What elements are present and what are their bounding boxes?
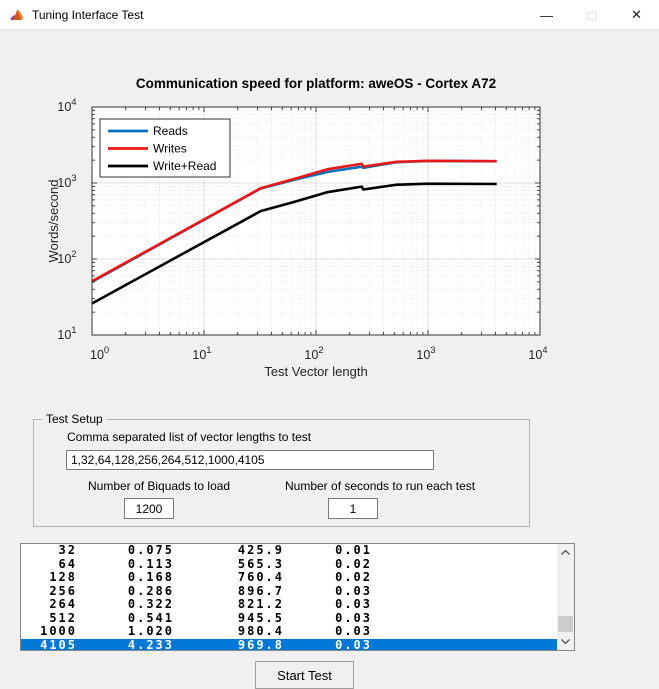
legend-label: Write+Read xyxy=(153,159,216,173)
close-button[interactable]: ✕ xyxy=(614,0,659,30)
list-cell: 0.03 xyxy=(284,639,372,651)
list-cell: 969.8 xyxy=(174,639,284,651)
list-item[interactable]: 2640.322821.20.03 xyxy=(21,598,557,612)
seconds-input[interactable] xyxy=(328,498,378,519)
list-cell: 760.4 xyxy=(174,571,284,585)
list-cell: 821.2 xyxy=(174,598,284,612)
chevron-down-icon xyxy=(561,639,570,644)
list-item[interactable]: 41054.233969.80.03 xyxy=(21,639,557,651)
x-tick-label: 101 xyxy=(192,345,211,362)
test-setup-group-label: Test Setup xyxy=(42,412,107,426)
list-cell: 0.03 xyxy=(284,612,372,626)
list-cell: 425.9 xyxy=(174,544,284,558)
matlab-logo-icon xyxy=(9,7,25,23)
vector-lengths-label: Comma separated list of vector lengths t… xyxy=(67,430,311,444)
legend-label: Reads xyxy=(153,124,188,138)
title-bar: Tuning Interface Test — □ ✕ xyxy=(0,0,659,30)
figure-canvas: 100101102103104101102103104Communication… xyxy=(0,30,659,671)
results-listbox[interactable]: 320.075425.90.01640.113565.30.021280.168… xyxy=(20,543,575,651)
list-cell: 945.5 xyxy=(174,612,284,626)
x-tick-label: 100 xyxy=(90,345,109,362)
list-cell: 0.03 xyxy=(284,585,372,599)
list-cell: 4.233 xyxy=(77,639,174,651)
y-tick-label: 101 xyxy=(57,325,76,342)
list-cell: 980.4 xyxy=(174,625,284,639)
list-cell: 0.168 xyxy=(77,571,174,585)
list-cell: 1000 xyxy=(21,625,77,639)
list-cell: 0.03 xyxy=(284,598,372,612)
chart-title: Communication speed for platform: aweOS … xyxy=(136,76,496,91)
list-cell: 32 xyxy=(21,544,77,558)
y-axis-label: Words/second xyxy=(46,180,61,263)
list-cell: 0.113 xyxy=(77,558,174,572)
list-cell: 896.7 xyxy=(174,585,284,599)
minimize-button[interactable]: — xyxy=(524,0,569,30)
list-item[interactable]: 1280.168760.40.02 xyxy=(21,571,557,585)
list-cell: 4105 xyxy=(21,639,77,651)
window-title: Tuning Interface Test xyxy=(32,8,143,22)
x-tick-label: 104 xyxy=(528,345,547,362)
list-cell: 0.075 xyxy=(77,544,174,558)
biquads-input[interactable] xyxy=(124,498,174,519)
list-cell: 264 xyxy=(21,598,77,612)
chevron-up-icon xyxy=(561,550,570,555)
list-cell: 0.286 xyxy=(77,585,174,599)
x-tick-label: 103 xyxy=(416,345,435,362)
y-tick-label: 104 xyxy=(57,97,76,114)
start-test-button[interactable]: Start Test xyxy=(255,661,354,689)
results-scrollbar[interactable] xyxy=(557,544,574,650)
list-cell: 512 xyxy=(21,612,77,626)
results-rows: 320.075425.90.01640.113565.30.021280.168… xyxy=(21,544,557,650)
list-cell: 0.541 xyxy=(77,612,174,626)
list-item[interactable]: 640.113565.30.02 xyxy=(21,558,557,572)
speed-chart: 100101102103104101102103104Communication… xyxy=(0,60,659,418)
test-setup-group: Test Setup Comma separated list of vecto… xyxy=(33,419,530,527)
list-cell: 0.322 xyxy=(77,598,174,612)
vector-lengths-input[interactable] xyxy=(66,450,434,470)
x-tick-label: 102 xyxy=(304,345,323,362)
list-cell: 0.03 xyxy=(284,625,372,639)
list-item[interactable]: 320.075425.90.01 xyxy=(21,544,557,558)
list-cell: 0.02 xyxy=(284,571,372,585)
list-cell: 1.020 xyxy=(77,625,174,639)
scrollbar-thumb[interactable] xyxy=(558,616,573,632)
list-cell: 256 xyxy=(21,585,77,599)
list-item[interactable]: 10001.020980.40.03 xyxy=(21,625,557,639)
legend-label: Writes xyxy=(153,142,187,156)
list-cell: 0.01 xyxy=(284,544,372,558)
list-item[interactable]: 5120.541945.50.03 xyxy=(21,612,557,626)
list-item[interactable]: 2560.286896.70.03 xyxy=(21,585,557,599)
list-cell: 565.3 xyxy=(174,558,284,572)
list-cell: 128 xyxy=(21,571,77,585)
list-cell: 0.02 xyxy=(284,558,372,572)
scroll-up-button[interactable] xyxy=(557,544,574,561)
x-axis-label: Test Vector length xyxy=(264,364,367,379)
maximize-button: □ xyxy=(569,0,614,30)
biquads-label: Number of Biquads to load xyxy=(88,479,230,493)
scroll-down-button[interactable] xyxy=(557,633,574,650)
list-cell: 64 xyxy=(21,558,77,572)
seconds-label: Number of seconds to run each test xyxy=(285,479,475,493)
